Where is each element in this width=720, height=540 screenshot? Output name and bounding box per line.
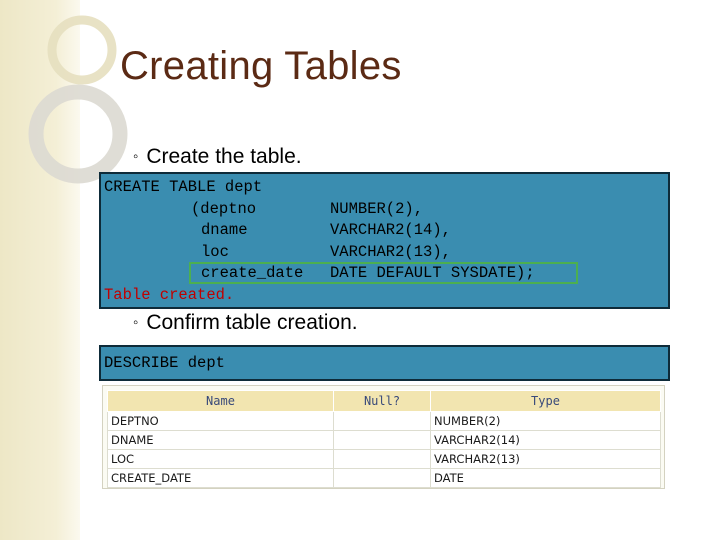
code-column-type: VARCHAR2(14), [330,221,451,239]
code-line-describe: DESCRIBE dept [104,354,225,372]
table-row: DEPTNO NUMBER(2) [107,411,661,431]
describe-code-box: DESCRIBE dept [99,345,670,381]
table-row: CREATE_DATE DATE [107,468,661,488]
bullet-text: Confirm table creation. [146,311,358,334]
highlight-box [189,262,578,284]
table-row: DNAME VARCHAR2(14) [107,430,661,450]
cell-null [333,411,431,431]
cell-type: DATE [430,468,661,488]
code-column-type: NUMBER(2), [330,200,424,218]
cell-name: LOC [107,449,334,469]
code-line-create: CREATE TABLE dept [104,178,263,196]
cell-null [333,430,431,450]
table-row: LOC VARCHAR2(13) [107,449,661,469]
describe-output-panel: Name Null? Type DEPTNO NUMBER(2) DNAME V… [102,385,665,489]
code-column-name: loc [201,243,229,261]
describe-output-table: Name Null? Type DEPTNO NUMBER(2) DNAME V… [107,390,661,488]
code-column-name: (deptno [191,200,257,218]
header-null: Null? [333,390,431,412]
create-table-code-box: CREATE TABLE dept (deptno NUMBER(2), dna… [99,172,670,309]
table-header-row: Name Null? Type [107,390,661,412]
slide-title: Creating Tables [120,44,402,88]
cell-type: VARCHAR2(14) [430,430,661,450]
cell-name: DEPTNO [107,411,334,431]
bullet-create-table: ◦ Create the table. [133,145,302,169]
cell-type: NUMBER(2) [430,411,661,431]
cell-type: VARCHAR2(13) [430,449,661,469]
cell-null [333,468,431,488]
bullet-marker: ◦ [133,148,139,165]
cell-name: CREATE_DATE [107,468,334,488]
cell-null [333,449,431,469]
bullet-marker: ◦ [133,314,139,331]
header-type: Type [430,390,661,412]
header-name: Name [107,390,334,412]
code-column-name: dname [201,221,248,239]
cell-name: DNAME [107,430,334,450]
result-message: Table created. [104,286,235,304]
bullet-confirm-creation: ◦ Confirm table creation. [133,311,358,335]
code-column-type: VARCHAR2(13), [330,243,451,261]
bullet-text: Create the table. [146,145,302,168]
